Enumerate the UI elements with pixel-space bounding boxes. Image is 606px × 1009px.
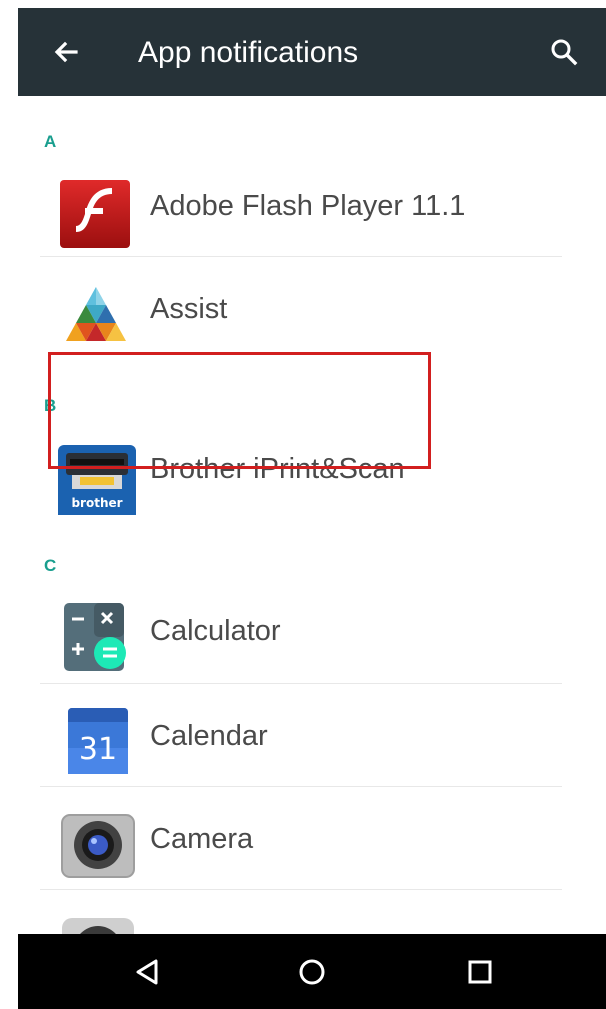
- nav-home-icon[interactable]: [292, 952, 332, 992]
- page-title: App notifications: [138, 36, 359, 69]
- camera-icon: [58, 807, 136, 885]
- brother-icon: brother: [58, 437, 136, 523]
- list-item-assist[interactable]: Assist: [40, 259, 562, 359]
- phone-screen: App notifications A Adobe Flash Player 1…: [18, 0, 606, 1009]
- app-name: Adobe Flash Player 11.1: [150, 190, 466, 222]
- app-name: Calculator: [150, 615, 281, 647]
- list-item-camera[interactable]: Camera: [40, 789, 562, 889]
- app-name: Calendar: [150, 720, 268, 752]
- app-icon: [58, 910, 136, 934]
- flash-icon: [58, 174, 136, 252]
- nav-back-icon[interactable]: [128, 952, 168, 992]
- divider: [40, 683, 562, 684]
- divider: [40, 786, 562, 787]
- list-item-adobe-flash-player[interactable]: Adobe Flash Player 11.1: [40, 156, 562, 256]
- list-item-calendar[interactable]: 31 Calendar: [40, 686, 562, 786]
- app-name: Brother iPrint&Scan: [150, 453, 405, 485]
- divider: [40, 256, 562, 257]
- list-item-calculator[interactable]: Calculator: [40, 581, 562, 681]
- section-header-c: C: [44, 556, 57, 575]
- list-item-brother-iprint-scan[interactable]: brother Brother iPrint&Scan: [40, 419, 562, 523]
- app-name: Assist: [150, 293, 228, 325]
- app-list[interactable]: A Adobe Flash Player 11.1 Assist B broth…: [18, 96, 606, 934]
- calendar-icon: 31: [58, 704, 136, 782]
- arrow-back-icon[interactable]: [46, 32, 86, 72]
- app-bar: App notifications: [18, 8, 606, 96]
- section-header-b: B: [44, 396, 57, 415]
- list-item-partial[interactable]: [40, 892, 562, 934]
- nav-recents-icon[interactable]: [460, 952, 500, 992]
- search-icon[interactable]: [544, 32, 584, 72]
- assist-icon: [58, 277, 136, 355]
- section-header-a: A: [44, 132, 57, 151]
- system-nav-bar: [18, 934, 606, 1009]
- brother-icon-text: brother: [71, 496, 122, 510]
- calculator-icon: [58, 599, 136, 677]
- app-name: Camera: [150, 823, 254, 855]
- calendar-icon-date: 31: [79, 732, 117, 767]
- divider: [40, 889, 562, 890]
